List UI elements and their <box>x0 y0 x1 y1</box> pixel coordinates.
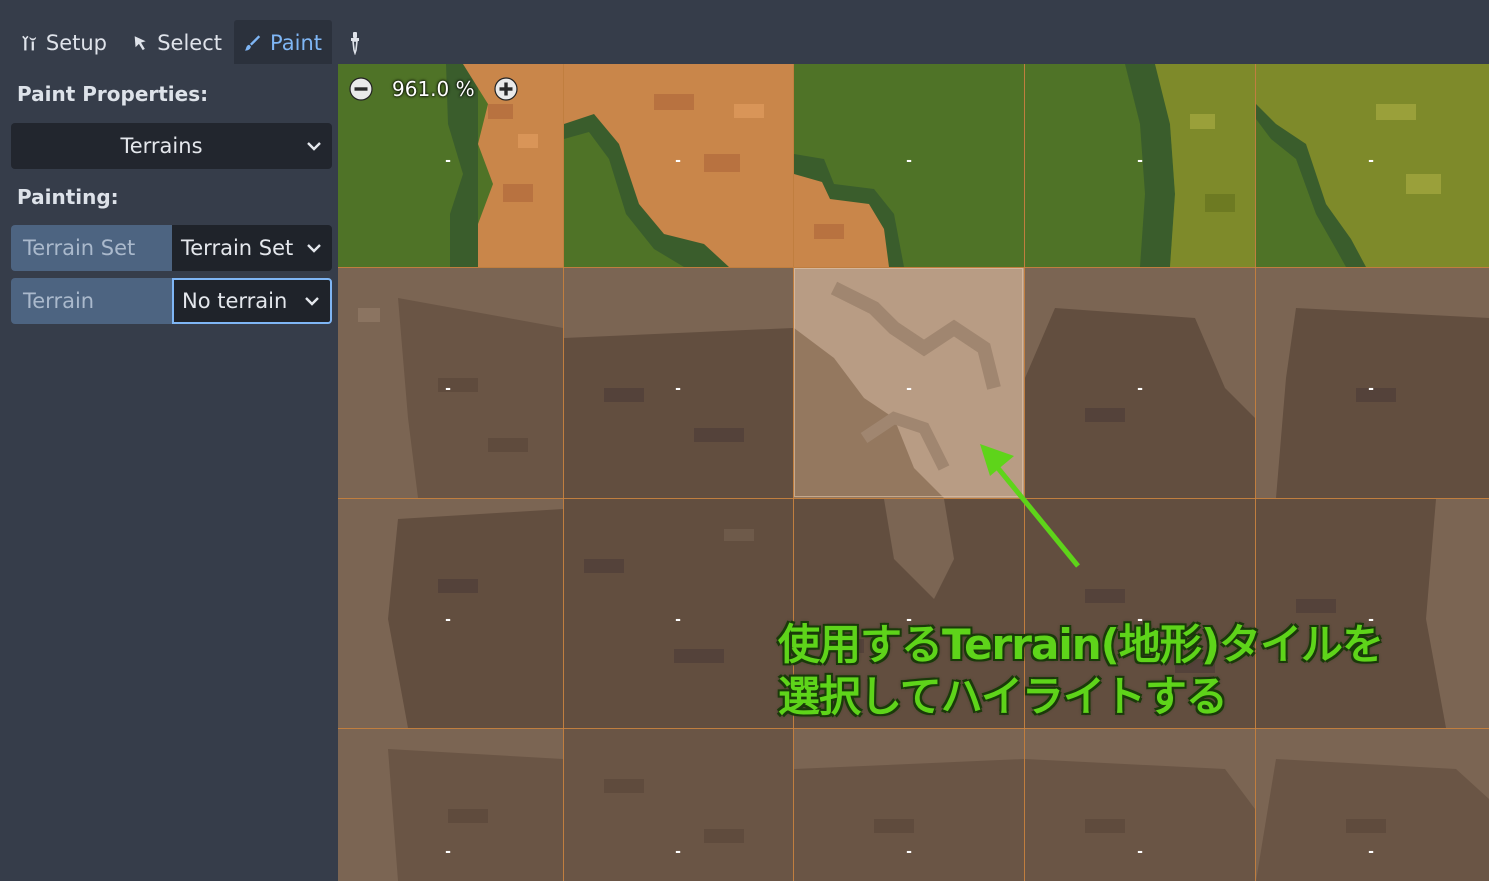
tile-marker: - <box>675 844 681 860</box>
terrain-label: Terrain <box>11 278 172 324</box>
paint-properties-panel: Paint Properties: Terrains Painting: Ter… <box>0 64 338 881</box>
tile-marker: - <box>1137 153 1143 169</box>
atlas-tile[interactable]: - <box>564 499 793 728</box>
annotation-text: 使用するTerrain(地形)タイルを 選択してハイライトする <box>778 619 1384 723</box>
tile-marker: - <box>1368 381 1374 397</box>
atlas-tile[interactable]: - <box>1025 64 1255 267</box>
tile-marker: - <box>675 381 681 397</box>
grid-line <box>1255 64 1256 881</box>
terrain-set-dropdown[interactable]: Terrain Set <box>172 225 332 271</box>
chevron-down-icon <box>307 142 321 151</box>
chevron-down-icon <box>307 244 321 253</box>
tile-marker: - <box>1368 153 1374 169</box>
terrain-set-label: Terrain Set <box>11 225 172 271</box>
paintbrush-icon <box>244 34 261 51</box>
atlas-tile[interactable]: - <box>794 729 1024 881</box>
tile-marker: - <box>1137 844 1143 860</box>
tab-select[interactable]: Select <box>123 20 232 65</box>
annotation-line2: 選択してハイライトする <box>778 672 1228 721</box>
zoom-level: 961.0 % <box>392 77 475 101</box>
zoom-in-icon[interactable] <box>493 76 519 102</box>
grid-line <box>563 64 564 881</box>
eyedropper-button[interactable] <box>343 20 377 65</box>
tile-marker: - <box>445 612 451 628</box>
tile-marker: - <box>1137 381 1143 397</box>
terrain-dropdown[interactable]: No terrain <box>172 278 332 324</box>
tile-marker: - <box>906 153 912 169</box>
tile-marker: - <box>675 612 681 628</box>
eyedropper-icon <box>351 31 359 55</box>
paint-mode-dropdown[interactable]: Terrains <box>11 123 332 169</box>
tile-marker: - <box>1368 844 1374 860</box>
paint-mode-value: Terrains <box>120 134 203 158</box>
tab-paint[interactable]: Paint <box>234 20 332 65</box>
tile-marker: - <box>906 844 912 860</box>
atlas-tile[interactable]: - <box>338 268 563 498</box>
tile-marker: - <box>445 844 451 860</box>
atlas-tile[interactable]: - <box>564 64 793 267</box>
tools-icon <box>22 35 37 50</box>
atlas-tile[interactable]: - <box>338 499 563 728</box>
atlas-tile[interactable]: - <box>564 729 793 881</box>
terrain-value: No terrain <box>182 289 288 313</box>
grid-line <box>338 728 1489 729</box>
atlas-tile[interactable]: - <box>338 729 563 881</box>
painting-title: Painting: <box>17 185 119 209</box>
grid-line <box>338 498 1489 499</box>
annotation-arrow <box>980 444 1080 568</box>
top-toolbar: Setup Select Paint <box>0 0 1489 65</box>
tile-marker: - <box>675 153 681 169</box>
zoom-controls: 961.0 % <box>348 76 519 102</box>
paint-properties-title: Paint Properties: <box>17 82 209 106</box>
tab-select-label: Select <box>157 30 222 55</box>
atlas-tile[interactable]: - <box>564 268 793 498</box>
zoom-out-icon[interactable] <box>348 76 374 102</box>
tile-atlas-view[interactable]: - - - - - - - - - - - - - - - - - - - - … <box>338 64 1489 881</box>
cursor-icon <box>134 35 146 50</box>
chevron-down-icon <box>305 297 319 306</box>
tab-setup-label: Setup <box>45 30 107 55</box>
atlas-tile[interactable]: - <box>1256 268 1489 498</box>
atlas-tile[interactable]: - <box>794 64 1024 267</box>
terrain-set-value: Terrain Set <box>181 236 294 260</box>
tile-marker: - <box>445 381 451 397</box>
atlas-tile[interactable]: - <box>1025 729 1255 881</box>
tile-marker: - <box>445 153 451 169</box>
atlas-tile[interactable]: - <box>1256 729 1489 881</box>
tab-setup[interactable]: Setup <box>12 20 117 65</box>
annotation-line1: 使用するTerrain(地形)タイルを <box>778 620 1384 669</box>
atlas-tile[interactable]: - <box>1256 64 1489 267</box>
tab-paint-label: Paint <box>270 30 322 55</box>
